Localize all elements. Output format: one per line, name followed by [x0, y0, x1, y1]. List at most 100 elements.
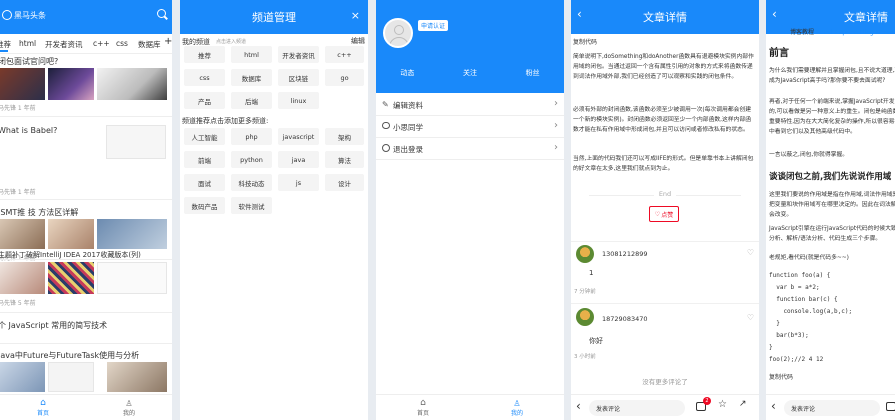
article-content-screen: ‹ 文章详情 博客教程 React-Express-Blog-Demo 前言 为… [766, 0, 895, 420]
my-channel-item[interactable]: 开发者资讯 [278, 46, 319, 63]
tab-active-underline [0, 50, 8, 52]
comment-item: 13081212899 ♡ 1 7 分钟前 [571, 241, 759, 297]
home-feed-screen: 黑马头条 推荐 html 开发者资讯 c++ css 数据库 + 闭包面试官问吧… [0, 0, 172, 420]
thumb-up-icon: ♡ [654, 210, 661, 218]
channel-manage-header: 频道管理 × [180, 0, 368, 34]
menu-assistant[interactable]: 小思同学 › [376, 116, 564, 138]
divider [0, 199, 172, 200]
stat-fans[interactable]: 粉丝 [501, 68, 564, 88]
tab-home[interactable]: ⌂ 首页 [0, 395, 86, 420]
list-item[interactable]: Java中Future与FutureTask使用与分析 [0, 348, 172, 394]
edit-icon: ✎ [382, 100, 389, 109]
back-icon[interactable]: ‹ [772, 7, 777, 21]
tab-css[interactable]: css [116, 39, 128, 48]
my-channel-item[interactable]: 产品 [184, 92, 225, 109]
list-item[interactable]: What is Babel? 马先锋 1 年前 [0, 122, 172, 196]
copy-code-link[interactable]: 复制代码 [769, 372, 793, 381]
avatar[interactable] [576, 245, 594, 263]
my-channel-item[interactable]: css [184, 69, 225, 86]
certify-badge[interactable]: 申请认证 [418, 20, 449, 31]
bottom-tabbar: ⌂ 首页 ♙ 我的 [376, 394, 564, 420]
article-paragraph: 必须有外部的封闭函数,该函数必须至少被调用一次(每次调用都会创建一个新的模块实例… [573, 107, 752, 133]
article-paragraph: 为什么我们需要理解并且掌握闭包,且不说大道理,就拿小道理来说,你想成为JavaS… [769, 68, 895, 84]
recommend-channel-item[interactable]: 算法 [325, 151, 364, 168]
my-channel-item[interactable]: linux [278, 92, 319, 109]
stat-following[interactable]: 关注 [439, 68, 502, 88]
my-channel-item[interactable]: go [325, 69, 364, 86]
stat-feed[interactable]: 动态 [376, 68, 439, 88]
tab-cpp[interactable]: c++ [93, 39, 110, 48]
menu-edit-profile[interactable]: ✎ 编辑资料 › [376, 94, 564, 116]
comment-icon[interactable] [886, 402, 895, 411]
edit-button[interactable]: 编辑 [351, 36, 365, 46]
tab-mine[interactable]: ♙ 我的 [470, 395, 564, 420]
article-thumbnail [97, 219, 167, 249]
recommend-channel-item[interactable]: js [278, 174, 319, 191]
my-channel-item[interactable]: 区块链 [278, 69, 319, 86]
recommend-channel-item[interactable]: 前端 [184, 151, 225, 168]
recommend-channel-item[interactable]: php [231, 128, 272, 145]
menu-label: 编辑资料 [393, 101, 423, 110]
article-title: JSMT推 技 方法区详解 [0, 208, 79, 217]
avatar[interactable] [576, 308, 594, 326]
heart-icon[interactable]: ♡ [747, 313, 754, 322]
back-icon[interactable]: ‹ [576, 399, 581, 413]
blog-link[interactable]: React-Express-Blog-Demo [816, 29, 894, 36]
tab-dev-news[interactable]: 开发者资讯 [45, 39, 83, 50]
article-thumbnail [0, 262, 45, 294]
tab-html[interactable]: html [19, 39, 36, 48]
recommend-channel-item[interactable]: java [278, 151, 319, 168]
comment-time: 7 分钟前 [574, 289, 596, 295]
back-icon[interactable]: ‹ [771, 399, 776, 413]
article-thumbnail [48, 68, 94, 100]
recommend-channel-item[interactable]: 科技动态 [231, 174, 272, 191]
heart-icon[interactable]: ♡ [747, 248, 754, 257]
menu-logout[interactable]: 退出登录 › [376, 138, 564, 160]
chat-icon [382, 122, 390, 129]
recommend-channel-item[interactable]: 设计 [325, 174, 364, 191]
like-button[interactable]: ♡ 点赞 [649, 206, 679, 222]
comment-bar: ‹ 发表评论 2 ☆ ↗ [571, 394, 759, 420]
list-item[interactable]: 个 JavaScript 常用的简写技术 [0, 318, 172, 338]
comment-input[interactable]: 发表评论 [589, 400, 685, 416]
list-item[interactable]: 主题补丁破解IntelliJ IDEA 2017收藏版本(列) 马先锋 5 年前 [0, 248, 172, 308]
comment-text: 1 [589, 269, 594, 277]
back-icon[interactable]: ‹ [577, 7, 582, 21]
tab-mine-label: 我的 [122, 409, 135, 417]
recommend-channel-item[interactable]: 软件测试 [231, 197, 272, 214]
tab-mine[interactable]: ♙ 我的 [86, 395, 172, 420]
my-channels-hint: 点击进入频道 [216, 39, 247, 45]
recommend-channel-item[interactable]: 人工智能 [184, 128, 225, 145]
code-line: } [769, 344, 773, 351]
article-thumbnail [97, 262, 167, 294]
copy-code-link[interactable]: 复制代码 [573, 37, 597, 46]
tab-recommend[interactable]: 推荐 [0, 39, 11, 50]
article-paragraph: JavaScript引擎在运行JavaScript代码的时候大致会有三个步骤:词… [769, 226, 895, 242]
recommend-channel-item[interactable]: 架构 [325, 128, 364, 145]
article-thumbnail [0, 362, 45, 392]
list-item[interactable]: 闭包面试官问吧? 马先锋 1 年前 [0, 56, 172, 114]
home-icon: ⌂ [40, 397, 46, 408]
my-channel-item[interactable]: 推荐 [184, 46, 225, 63]
recommend-channel-item[interactable]: python [231, 151, 272, 168]
my-channel-item[interactable]: html [231, 46, 272, 63]
comment-input[interactable]: 发表评论 [784, 400, 880, 416]
recommend-channel-item[interactable]: javascript [278, 128, 319, 145]
tab-database[interactable]: 数据库 [138, 39, 161, 50]
my-channel-item[interactable]: 数据库 [231, 69, 272, 86]
my-channel-item[interactable]: 后端 [231, 92, 272, 109]
article-header: ‹ 文章详情 [571, 0, 759, 34]
star-icon[interactable]: ☆ [718, 399, 727, 410]
recommend-channel-item[interactable]: 面试 [184, 174, 225, 191]
close-icon[interactable]: × [351, 9, 360, 22]
share-icon[interactable]: ↗ [739, 399, 747, 409]
tab-home[interactable]: ⌂ 首页 [376, 395, 470, 420]
article-thumbnail [107, 362, 167, 392]
default-avatar-body [389, 37, 409, 46]
plus-icon[interactable]: + [164, 36, 172, 47]
recommend-channel-item[interactable]: 数码产品 [184, 197, 225, 214]
menu-label: 退出登录 [393, 145, 423, 154]
comment-time: 3 小时前 [574, 354, 596, 360]
avatar[interactable] [383, 18, 413, 48]
my-channel-item[interactable]: c++ [325, 46, 364, 63]
